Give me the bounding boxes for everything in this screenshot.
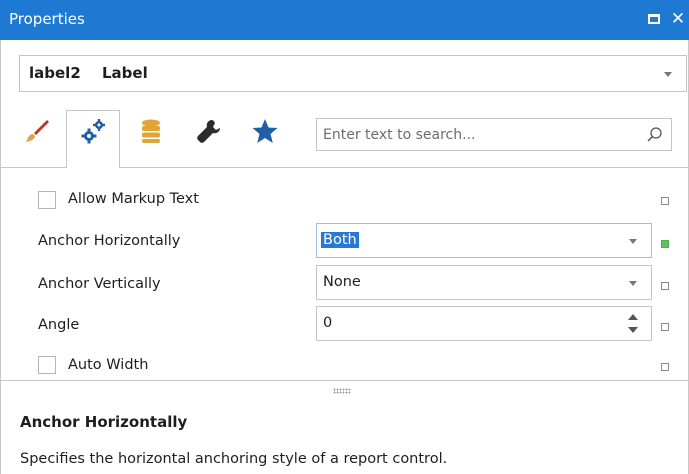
property-row-anchor-vertically: Anchor Vertically None (0, 265, 689, 305)
star-icon (252, 119, 278, 143)
property-row-anchor-horizontally: Anchor Horizontally Both (0, 222, 689, 262)
wrench-icon (197, 120, 220, 143)
chevron-down-icon[interactable] (629, 281, 637, 286)
restore-icon[interactable] (643, 8, 665, 30)
property-marker[interactable] (661, 197, 669, 205)
property-marker[interactable] (661, 323, 669, 331)
tab-favorites[interactable] (242, 110, 288, 156)
spin-up-icon[interactable] (628, 314, 638, 320)
window-title: Properties (9, 10, 85, 28)
grip-icon[interactable] (333, 388, 351, 394)
tab-appearance[interactable] (14, 110, 60, 156)
property-marker-modified[interactable] (661, 240, 669, 248)
spin-value: 0 (323, 315, 333, 331)
description-splitter[interactable] (0, 380, 689, 400)
dropdown-value: None (323, 274, 361, 290)
spin-down-icon[interactable] (628, 327, 638, 333)
search-icon[interactable] (645, 125, 665, 145)
property-marker[interactable] (661, 282, 669, 290)
gears-icon (81, 119, 105, 144)
property-row-allow-markup-text: Allow Markup Text (0, 180, 689, 220)
database-icon (142, 119, 160, 143)
title-bar: Properties ✕ (0, 0, 689, 40)
property-label: Angle (38, 317, 80, 333)
tab-design[interactable] (186, 110, 232, 156)
property-label: Auto Width (68, 357, 149, 373)
anchor-horizontally-dropdown[interactable]: Both (316, 223, 652, 258)
tab-data[interactable] (128, 110, 174, 156)
property-label: Allow Markup Text (68, 191, 199, 207)
close-icon[interactable]: ✕ (667, 8, 689, 30)
brush-icon (26, 120, 49, 142)
search-input[interactable] (323, 124, 633, 146)
active-tab-gap (67, 166, 119, 169)
property-label: Anchor Vertically (38, 276, 161, 292)
description-title: Anchor Horizontally (20, 413, 188, 431)
allow-markup-text-checkbox[interactable] (38, 191, 56, 209)
description-text: Specifies the horizontal anchoring style… (20, 451, 448, 467)
object-type: Label (102, 64, 148, 82)
property-label: Anchor Horizontally (38, 233, 181, 249)
auto-width-checkbox[interactable] (38, 356, 56, 374)
chevron-down-icon[interactable] (664, 72, 672, 77)
dropdown-value: Both (321, 232, 359, 248)
anchor-vertically-dropdown[interactable]: None (316, 265, 652, 300)
tab-behavior[interactable] (70, 110, 116, 156)
angle-spin-editor[interactable]: 0 (316, 306, 652, 341)
property-row-angle: Angle 0 (0, 306, 689, 346)
chevron-down-icon[interactable] (629, 239, 637, 244)
object-name: label2 (29, 64, 81, 82)
object-selector[interactable]: label2 Label (19, 55, 687, 92)
search-box[interactable] (316, 118, 672, 151)
property-marker[interactable] (661, 363, 669, 371)
